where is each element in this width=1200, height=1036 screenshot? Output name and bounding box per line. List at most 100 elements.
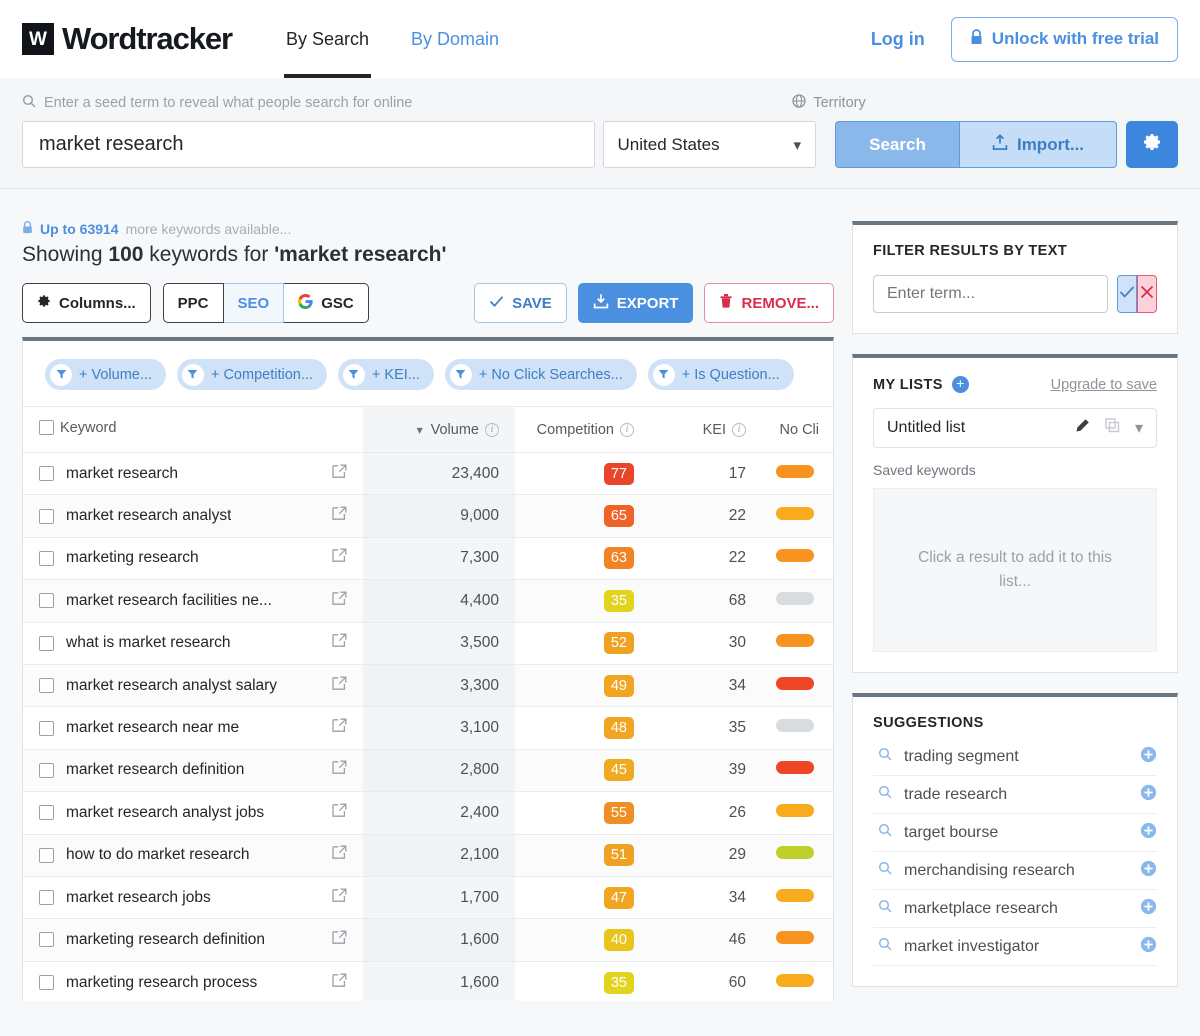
col-volume[interactable]: ▾ Volume i xyxy=(363,407,515,453)
table-row[interactable]: marketing research definition1,6004046 xyxy=(23,919,834,961)
cell-keyword[interactable]: how to do market research xyxy=(23,834,363,876)
nav-tab-by-domain[interactable]: By Domain xyxy=(409,4,501,78)
upsell-banner[interactable]: Up to 63914 more keywords available... xyxy=(22,221,834,237)
open-external-icon[interactable] xyxy=(332,888,347,908)
cell-keyword[interactable]: market research analyst jobs xyxy=(23,792,363,834)
row-checkbox[interactable] xyxy=(39,593,54,608)
col-competition[interactable]: Competition i xyxy=(515,407,650,453)
empty-list-dropzone[interactable]: Click a result to add it to this list... xyxy=(873,488,1157,652)
cell-keyword[interactable]: market research definition xyxy=(23,749,363,791)
table-row[interactable]: market research definition2,8004539 xyxy=(23,749,834,791)
col-no-click-searches[interactable]: No Cli xyxy=(762,407,834,453)
table-row[interactable]: market research analyst salary3,3004934 xyxy=(23,664,834,706)
col-keyword[interactable]: Keyword xyxy=(23,407,363,453)
open-external-icon[interactable] xyxy=(332,591,347,611)
row-checkbox[interactable] xyxy=(39,890,54,905)
row-checkbox[interactable] xyxy=(39,551,54,566)
table-row[interactable]: marketing research7,3006322 xyxy=(23,537,834,579)
select-all-checkbox[interactable] xyxy=(39,420,54,435)
open-external-icon[interactable] xyxy=(332,973,347,993)
table-row[interactable]: market research analyst jobs2,4005526 xyxy=(23,792,834,834)
seed-term-input[interactable] xyxy=(22,121,595,168)
row-checkbox[interactable] xyxy=(39,932,54,947)
filter-chip-is-question[interactable]: + Is Question... xyxy=(648,359,794,390)
suggestion-item[interactable]: trading segment xyxy=(873,738,1157,776)
filter-chip-competition[interactable]: + Competition... xyxy=(177,359,327,390)
export-button[interactable]: EXPORT xyxy=(578,283,694,323)
info-icon[interactable]: i xyxy=(620,423,634,437)
filter-apply-button[interactable] xyxy=(1117,275,1137,313)
toggle-seo[interactable]: SEO xyxy=(224,283,285,323)
brand-logo[interactable]: W Wordtracker xyxy=(22,21,232,57)
open-external-icon[interactable] xyxy=(332,845,347,865)
row-checkbox[interactable] xyxy=(39,636,54,651)
row-checkbox[interactable] xyxy=(39,975,54,990)
login-link[interactable]: Log in xyxy=(871,29,925,50)
add-suggestion-icon[interactable] xyxy=(1140,898,1157,920)
open-external-icon[interactable] xyxy=(332,718,347,738)
cell-keyword[interactable]: marketing research xyxy=(23,537,363,579)
add-list-icon[interactable]: + xyxy=(952,376,969,393)
upgrade-to-save-link[interactable]: Upgrade to save xyxy=(1051,377,1157,393)
table-row[interactable]: what is market research3,5005230 xyxy=(23,622,834,664)
copy-icon[interactable] xyxy=(1105,418,1120,438)
suggestion-item[interactable]: merchandising research xyxy=(873,852,1157,890)
table-row[interactable]: market research analyst9,0006522 xyxy=(23,495,834,537)
open-external-icon[interactable] xyxy=(332,676,347,696)
table-row[interactable]: marketing research process1,6003560 xyxy=(23,961,834,1001)
cell-keyword[interactable]: marketing research definition xyxy=(23,919,363,961)
info-icon[interactable]: i xyxy=(732,423,746,437)
chevron-down-icon[interactable]: ▾ xyxy=(1135,418,1143,438)
row-checkbox[interactable] xyxy=(39,509,54,524)
cell-keyword[interactable]: market research analyst xyxy=(23,495,363,537)
open-external-icon[interactable] xyxy=(332,760,347,780)
info-icon[interactable]: i xyxy=(485,423,499,437)
toggle-gsc[interactable]: GSC xyxy=(284,283,369,323)
open-external-icon[interactable] xyxy=(332,633,347,653)
add-suggestion-icon[interactable] xyxy=(1140,746,1157,768)
nav-tab-by-search[interactable]: By Search xyxy=(284,4,371,78)
cell-keyword[interactable]: marketing research process xyxy=(23,961,363,1001)
search-button[interactable]: Search xyxy=(835,121,959,168)
filter-chip-no-click-searches[interactable]: + No Click Searches... xyxy=(445,359,637,390)
edit-pencil-icon[interactable] xyxy=(1075,418,1090,438)
row-checkbox[interactable] xyxy=(39,805,54,820)
row-checkbox[interactable] xyxy=(39,763,54,778)
cell-keyword[interactable]: market research analyst salary xyxy=(23,664,363,706)
unlock-free-trial-button[interactable]: Unlock with free trial xyxy=(951,17,1178,62)
open-external-icon[interactable] xyxy=(332,548,347,568)
territory-select[interactable]: United States ▾ xyxy=(603,121,816,168)
toggle-ppc[interactable]: PPC xyxy=(163,283,224,323)
open-external-icon[interactable] xyxy=(332,930,347,950)
open-external-icon[interactable] xyxy=(332,803,347,823)
suggestion-item[interactable]: trade research xyxy=(873,776,1157,814)
suggestion-item[interactable]: marketplace research xyxy=(873,890,1157,928)
filter-chip-kei[interactable]: + KEI... xyxy=(338,359,434,390)
import-button[interactable]: Import... xyxy=(959,121,1117,168)
add-suggestion-icon[interactable] xyxy=(1140,822,1157,844)
row-checkbox[interactable] xyxy=(39,721,54,736)
suggestion-item[interactable]: market investigator xyxy=(873,928,1157,966)
suggestion-item[interactable]: target bourse xyxy=(873,814,1157,852)
row-checkbox[interactable] xyxy=(39,466,54,481)
search-settings-button[interactable] xyxy=(1126,121,1178,168)
filter-clear-button[interactable] xyxy=(1137,275,1157,313)
table-row[interactable]: market research near me3,1004835 xyxy=(23,707,834,749)
table-row[interactable]: how to do market research2,1005129 xyxy=(23,834,834,876)
cell-keyword[interactable]: market research jobs xyxy=(23,876,363,918)
cell-keyword[interactable]: market research near me xyxy=(23,707,363,749)
col-kei[interactable]: KEI i xyxy=(650,407,762,453)
add-suggestion-icon[interactable] xyxy=(1140,936,1157,958)
filter-chip-volume[interactable]: + Volume... xyxy=(45,359,166,390)
table-row[interactable]: market research jobs1,7004734 xyxy=(23,876,834,918)
row-checkbox[interactable] xyxy=(39,678,54,693)
add-suggestion-icon[interactable] xyxy=(1140,784,1157,806)
remove-button[interactable]: REMOVE... xyxy=(704,283,834,323)
filter-term-input[interactable] xyxy=(873,275,1108,313)
table-row[interactable]: market research23,4007717 xyxy=(23,453,834,495)
list-selector[interactable]: Untitled list ▾ xyxy=(873,408,1157,448)
columns-button[interactable]: Columns... xyxy=(22,283,151,323)
table-row[interactable]: market research facilities ne...4,400356… xyxy=(23,580,834,622)
row-checkbox[interactable] xyxy=(39,848,54,863)
cell-keyword[interactable]: market research xyxy=(23,453,363,495)
